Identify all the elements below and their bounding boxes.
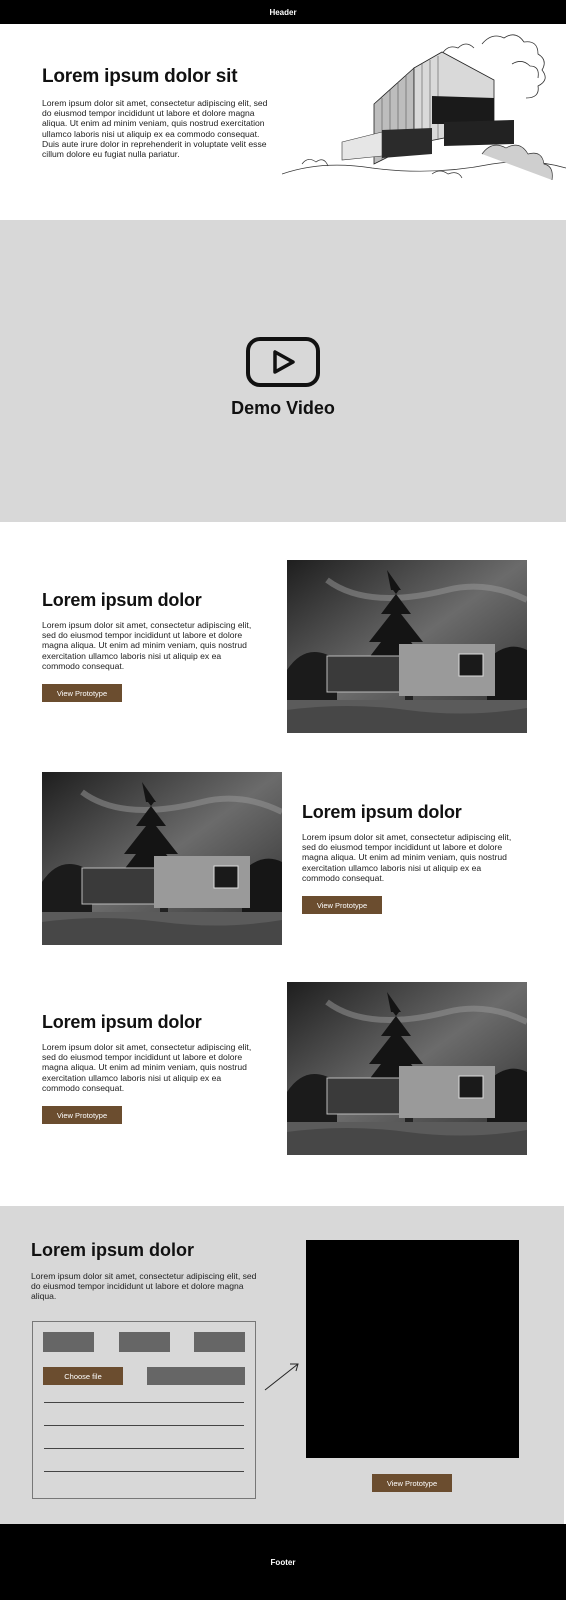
upload-form: Choose file: [32, 1321, 256, 1499]
upload-body: Lorem ipsum dolor sit amet, consectetur …: [31, 1271, 257, 1302]
hero-body: Lorem ipsum dolor sit amet, consectetur …: [42, 98, 268, 160]
form-field-2[interactable]: [119, 1332, 170, 1352]
feature-body: Lorem ipsum dolor sit amet, consectetur …: [42, 620, 252, 671]
form-line[interactable]: [44, 1448, 244, 1449]
demo-video-label: Demo Video: [231, 398, 335, 418]
upload-title: Lorem ipsum dolor: [31, 1240, 195, 1260]
form-line[interactable]: [44, 1402, 244, 1403]
house-photo: [287, 982, 527, 1155]
form-line[interactable]: [44, 1471, 244, 1472]
feature-body: Lorem ipsum dolor sit amet, consectetur …: [42, 1042, 252, 1093]
house-sketch-image: [282, 34, 566, 181]
view-prototype-button[interactable]: View Prototype: [42, 684, 122, 702]
choose-file-button[interactable]: Choose file: [43, 1367, 123, 1385]
play-icon[interactable]: [245, 336, 321, 388]
feature-row-3: Lorem ipsum dolor Lorem ipsum dolor sit …: [0, 982, 566, 1162]
header-label: Header: [269, 7, 297, 17]
feature-body: Lorem ipsum dolor sit amet, consectetur …: [302, 832, 512, 883]
feature-row-1: Lorem ipsum dolor Lorem ipsum dolor sit …: [0, 560, 566, 740]
form-field-3[interactable]: [194, 1332, 245, 1352]
arrow-icon: [264, 1363, 299, 1391]
feature-title: Lorem ipsum dolor: [42, 590, 202, 610]
hero-title: Lorem ipsum dolor sit: [42, 66, 238, 87]
view-prototype-button[interactable]: View Prototype: [42, 1106, 122, 1124]
footer-label: Footer: [270, 1557, 296, 1567]
feature-row-2: Lorem ipsum dolor Lorem ipsum dolor sit …: [0, 772, 566, 952]
feature-title: Lorem ipsum dolor: [42, 1012, 202, 1032]
site-footer: Footer: [0, 1524, 566, 1600]
site-header: Header: [0, 0, 566, 24]
form-line[interactable]: [44, 1425, 244, 1426]
form-field-1[interactable]: [43, 1332, 94, 1352]
hero-section: Lorem ipsum dolor sit Lorem ipsum dolor …: [0, 24, 566, 220]
house-photo: [287, 560, 527, 733]
view-prototype-button[interactable]: View Prototype: [302, 896, 382, 914]
house-photo: [42, 772, 282, 945]
upload-section: Lorem ipsum dolor Lorem ipsum dolor sit …: [0, 1206, 564, 1524]
preview-panel: [306, 1240, 519, 1458]
feature-title: Lorem ipsum dolor: [302, 802, 462, 822]
demo-video-section[interactable]: Demo Video: [0, 220, 566, 522]
view-prototype-button[interactable]: View Prototype: [372, 1474, 452, 1492]
file-name-field[interactable]: [147, 1367, 245, 1385]
